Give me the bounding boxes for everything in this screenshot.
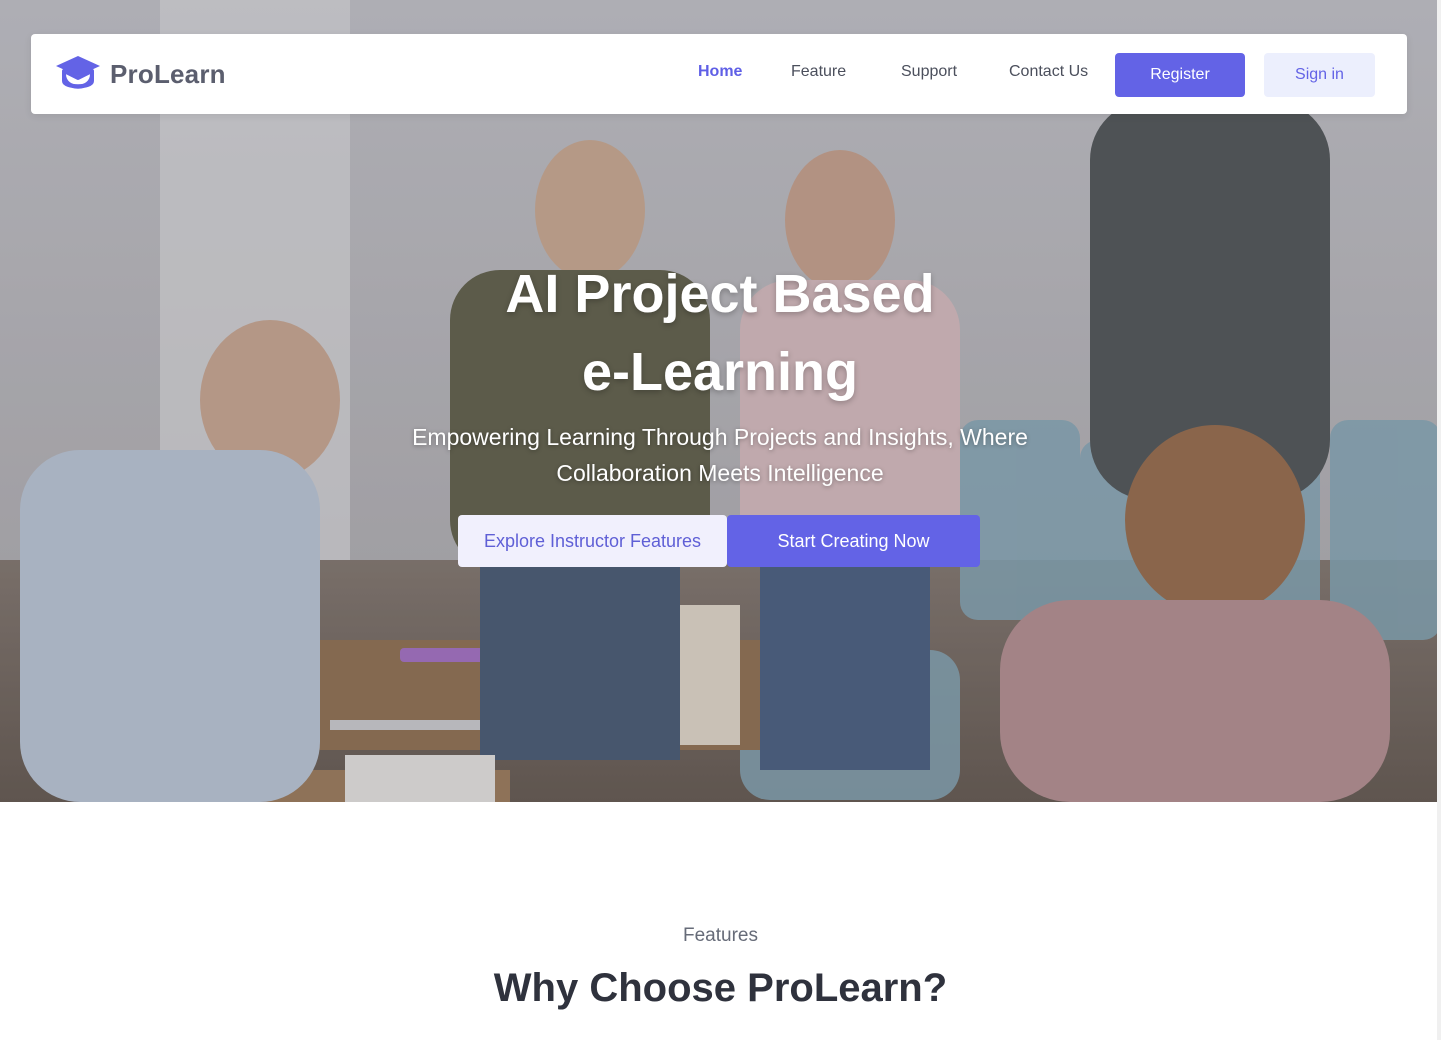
features-eyebrow: Features: [683, 925, 758, 946]
brand[interactable]: ProLearn: [55, 53, 226, 95]
features-title: Why Choose ProLearn?: [493, 966, 948, 1010]
hero-title-line-1: AI Project Based: [505, 264, 935, 324]
page-scrollbar[interactable]: [1437, 0, 1441, 1040]
nav-link-contact-us[interactable]: Contact Us: [1009, 63, 1088, 81]
register-button[interactable]: Register: [1115, 53, 1245, 97]
nav-link-feature[interactable]: Feature: [791, 63, 846, 81]
nav-link-support[interactable]: Support: [901, 63, 957, 81]
hero-subtitle-line-2: Collaboration Meets Intelligence: [556, 460, 884, 486]
hero-subtitle: Empowering Learning Through Projects and…: [360, 419, 1080, 491]
hero-subtitle-line-1: Empowering Learning Through Projects and…: [412, 424, 1028, 450]
hero-title: AI Project Based e-Learning: [320, 255, 1120, 411]
top-navbar: ProLearn Home Feature Support Contact Us…: [31, 34, 1407, 114]
brand-name: ProLearn: [110, 58, 226, 89]
hero-title-line-2: e-Learning: [581, 342, 859, 402]
start-creating-now-button[interactable]: Start Creating Now: [727, 515, 980, 567]
sign-in-button[interactable]: Sign in: [1264, 53, 1375, 97]
explore-instructor-features-button[interactable]: Explore Instructor Features: [458, 515, 727, 567]
graduation-cap-icon: [56, 56, 100, 89]
nav-link-home[interactable]: Home: [698, 63, 742, 81]
